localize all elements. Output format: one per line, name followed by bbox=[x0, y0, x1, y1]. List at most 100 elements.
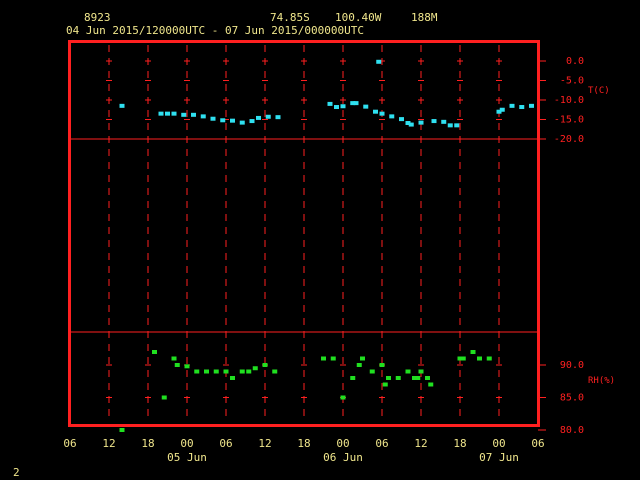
y-tick-label: -20.0 bbox=[554, 134, 584, 145]
y-tick-label: 90.0 bbox=[560, 360, 584, 371]
temp-point bbox=[529, 103, 534, 108]
rh-point bbox=[321, 356, 326, 361]
temperature-panel: 0.0 -5.0 -10.0 -15.0 -20.0 T(C) bbox=[119, 56, 610, 145]
temp-point bbox=[181, 112, 187, 117]
rh-point bbox=[152, 350, 157, 354]
rh-point bbox=[379, 363, 385, 367]
rh-point bbox=[382, 382, 388, 387]
temp-point bbox=[418, 120, 424, 125]
y-tick-label: 85.0 bbox=[560, 393, 584, 404]
rh-point bbox=[428, 382, 434, 387]
y-axis-unit: T(C) bbox=[588, 86, 610, 96]
y-tick-label: 80.0 bbox=[560, 425, 584, 436]
temp-point bbox=[165, 111, 170, 116]
temp-point bbox=[363, 104, 369, 109]
temp-point bbox=[210, 116, 216, 121]
rh-point bbox=[171, 356, 177, 361]
rh-point bbox=[161, 395, 167, 400]
temp-point bbox=[171, 111, 177, 116]
y-tick-label: 0.0 bbox=[566, 56, 584, 67]
rh-point bbox=[272, 369, 278, 374]
grid bbox=[70, 45, 538, 422]
x-tick-label: 06 bbox=[219, 437, 232, 450]
temp-point bbox=[239, 120, 245, 125]
x-tick-label: 06 bbox=[63, 437, 76, 450]
temp-point bbox=[119, 103, 125, 108]
temp-point bbox=[327, 101, 333, 106]
rh-point bbox=[239, 369, 245, 374]
rh-point bbox=[330, 356, 336, 361]
temp-point bbox=[408, 122, 414, 127]
rh-point bbox=[350, 376, 356, 380]
x-tick-label: 12 bbox=[258, 437, 271, 450]
temp-point bbox=[379, 111, 385, 116]
rh-point bbox=[174, 363, 180, 367]
temp-point bbox=[441, 119, 447, 124]
temp-point bbox=[373, 109, 378, 114]
x-tick-label: 12 bbox=[102, 437, 115, 450]
rh-point bbox=[425, 376, 430, 380]
rh-point bbox=[184, 364, 190, 369]
date-label: 06 Jun bbox=[323, 451, 363, 464]
temp-point bbox=[158, 111, 164, 116]
rh-point bbox=[418, 369, 424, 374]
temp-point bbox=[353, 101, 359, 106]
date-label: 07 Jun bbox=[479, 451, 519, 464]
temp-point bbox=[200, 114, 206, 119]
x-tick-label: 06 bbox=[375, 437, 388, 450]
rh-point bbox=[252, 366, 258, 371]
x-tick-label: 18 bbox=[297, 437, 310, 450]
y-tick-label: -5.0 bbox=[560, 76, 584, 87]
x-tick-label: 06 bbox=[531, 437, 544, 450]
rh-point bbox=[369, 369, 375, 374]
temp-point bbox=[499, 107, 505, 112]
temp-point bbox=[454, 123, 460, 128]
temp-point bbox=[230, 118, 235, 123]
temp-point bbox=[431, 119, 437, 124]
x-tick-label: 00 bbox=[180, 437, 193, 450]
rh-point bbox=[119, 428, 125, 432]
y-axis-unit: RH(%) bbox=[588, 376, 615, 386]
temp-point bbox=[376, 59, 382, 64]
temp-point bbox=[509, 103, 515, 108]
rh-point bbox=[194, 369, 200, 374]
rh-point bbox=[460, 356, 466, 361]
rh-point bbox=[386, 376, 391, 380]
rh-point bbox=[486, 356, 492, 361]
y-tick-label: -10.0 bbox=[554, 95, 584, 106]
rh-point bbox=[213, 369, 219, 374]
rh-point bbox=[415, 376, 421, 380]
x-tick-label: 00 bbox=[492, 437, 505, 450]
rh-point bbox=[223, 369, 229, 374]
temp-point bbox=[275, 115, 281, 120]
temp-point bbox=[399, 117, 404, 122]
temp-point bbox=[220, 118, 226, 123]
meteogram-chart: 0.0 -5.0 -10.0 -15.0 -20.0 T(C) 90.0 85.0 80.0 R… bbox=[63, 40, 615, 464]
x-tick-label: 00 bbox=[336, 437, 349, 450]
temp-point bbox=[447, 123, 453, 128]
rh-point bbox=[204, 369, 209, 374]
rh-point bbox=[477, 356, 482, 361]
time-axis: 06 12 18 00 06 12 18 00 06 12 18 00 06 05 Jun 06 Jun 07… bbox=[63, 437, 544, 464]
rh-point bbox=[470, 350, 476, 354]
rh-point bbox=[246, 369, 252, 374]
date-label: 05 Jun bbox=[167, 451, 207, 464]
x-tick-label: 18 bbox=[141, 437, 154, 450]
x-tick-label: 18 bbox=[453, 437, 466, 450]
humidity-panel: 90.0 85.0 80.0 RH(%) bbox=[119, 350, 615, 436]
rh-point bbox=[230, 376, 235, 380]
rh-point bbox=[262, 363, 268, 367]
rh-point bbox=[340, 395, 346, 400]
temp-point bbox=[249, 119, 255, 124]
rh-point bbox=[405, 369, 411, 374]
temp-point bbox=[340, 104, 346, 109]
temp-point bbox=[265, 114, 271, 119]
temp-point bbox=[191, 112, 196, 117]
rh-point bbox=[360, 356, 365, 361]
rh-point bbox=[395, 376, 401, 380]
temp-point bbox=[389, 114, 395, 119]
temp-point bbox=[519, 105, 525, 110]
x-tick-label: 12 bbox=[414, 437, 427, 450]
temp-point bbox=[334, 105, 339, 110]
y-tick-label: -15.0 bbox=[554, 115, 584, 126]
